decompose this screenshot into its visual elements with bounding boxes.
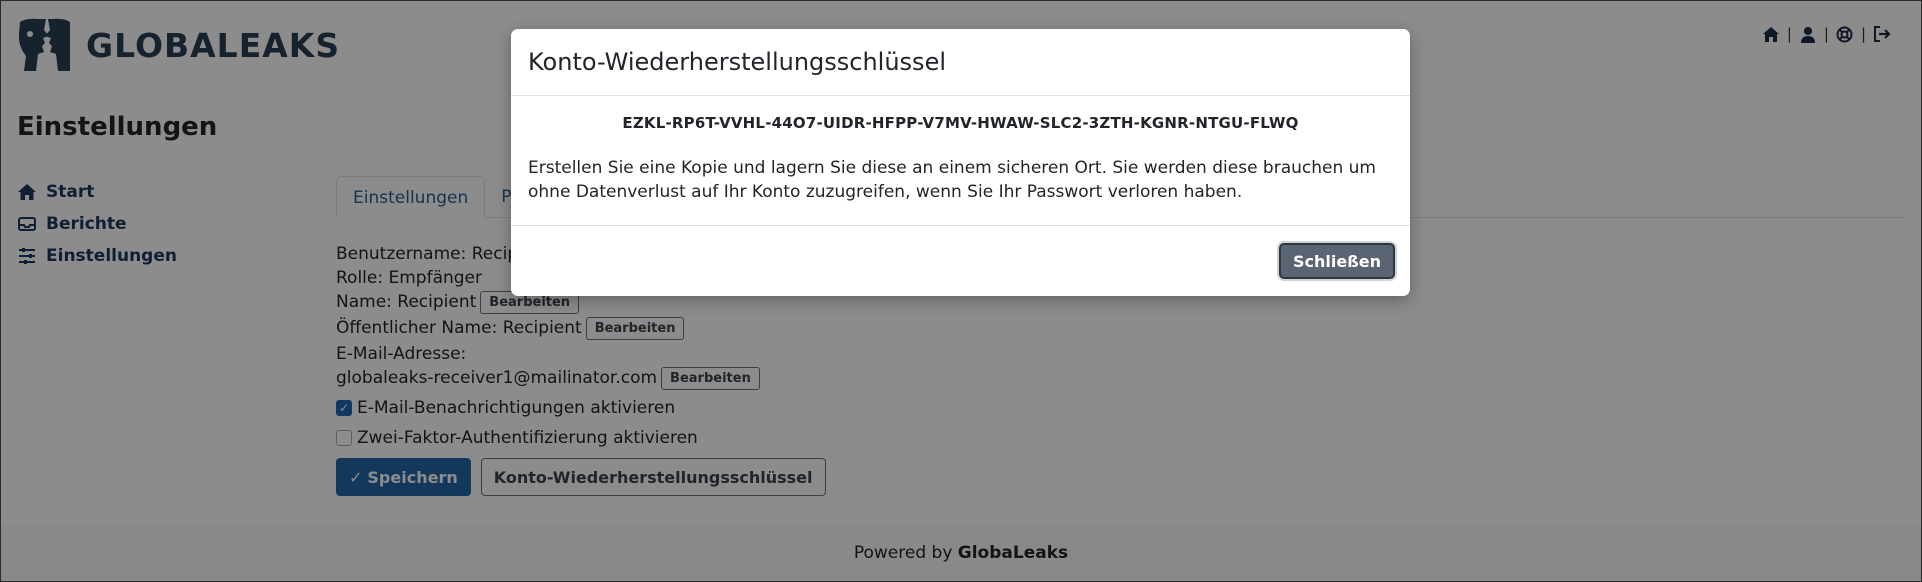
modal-header: Konto-Wiederherstellungsschlüssel xyxy=(511,29,1410,96)
modal-body: EZKL-RP6T-VVHL-44O7-UIDR-HFPP-V7MV-HWAW-… xyxy=(511,96,1410,222)
modal-title: Konto-Wiederherstellungsschlüssel xyxy=(528,48,946,76)
recovery-key-text: EZKL-RP6T-VVHL-44O7-UIDR-HFPP-V7MV-HWAW-… xyxy=(622,114,1299,132)
modal-description: Erstellen Sie eine Kopie und lagern Sie … xyxy=(528,158,1376,202)
close-button[interactable]: Schließen xyxy=(1279,243,1395,279)
recovery-key-modal: Konto-Wiederherstellungsschlüssel EZKL-R… xyxy=(511,29,1410,296)
modal-footer: Schließen xyxy=(511,225,1410,296)
